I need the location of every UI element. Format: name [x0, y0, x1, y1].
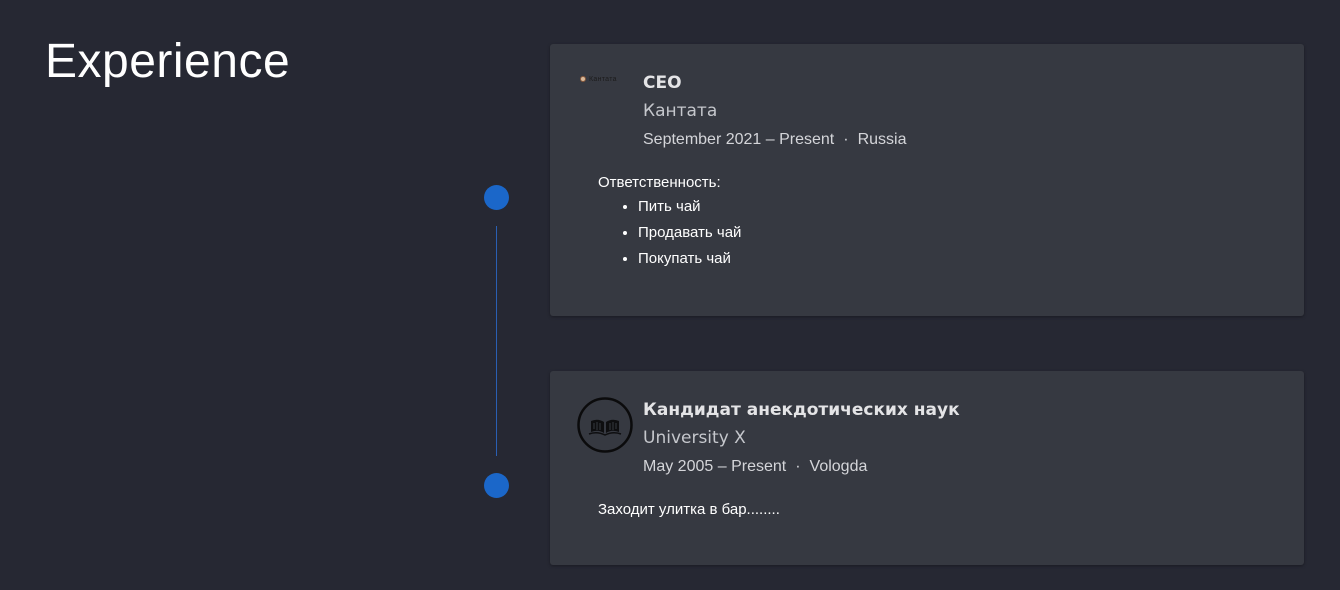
separator-dot: · — [795, 458, 801, 475]
job-description: Заходит улитка в бар........ — [598, 501, 780, 518]
logo-text: Кантата — [589, 75, 617, 83]
job-title: Кандидат анекдотических наук — [643, 400, 960, 420]
job-meta: May 2005 – Present · Vologda — [643, 458, 868, 475]
description-label: Ответственность: — [598, 174, 721, 191]
job-description: Ответственность: Пить чай Продавать чай … — [598, 174, 741, 275]
end-date: Present — [779, 131, 835, 148]
list-item: Пить чай — [638, 197, 741, 216]
list-item: Покупать чай — [638, 249, 741, 268]
timeline-dot — [484, 185, 509, 210]
responsibility-list: Пить чай Продавать чай Покупать чай — [598, 197, 741, 268]
location: Vologda — [809, 458, 868, 475]
company-logo: Кантата — [580, 74, 628, 84]
open-book-icon — [577, 397, 633, 453]
location: Russia — [857, 131, 907, 148]
separator-dot: · — [843, 131, 849, 148]
experience-card: Кандидат анекдотических наук University … — [550, 371, 1304, 565]
company-name: University X — [643, 428, 746, 448]
start-date: May 2005 — [643, 458, 714, 475]
section-title: Experience — [45, 35, 291, 88]
company-name: Кантата — [643, 101, 718, 121]
end-date: Present — [731, 458, 787, 475]
list-item: Продавать чай — [638, 223, 741, 242]
job-meta: September 2021 – Present · Russia — [643, 131, 907, 148]
experience-card: Кантата CEO Кантата September 2021 – Pre… — [550, 44, 1304, 316]
start-date: September 2021 — [643, 131, 762, 148]
logo-mark-icon — [580, 76, 586, 82]
timeline-dot — [484, 473, 509, 498]
timeline-line — [496, 226, 497, 456]
job-title: CEO — [643, 73, 682, 93]
